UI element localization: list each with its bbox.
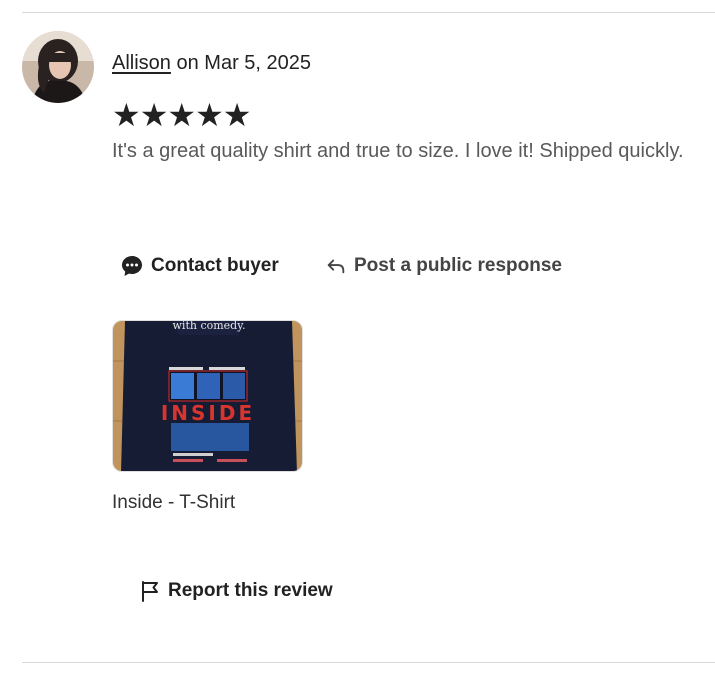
top-divider	[22, 12, 715, 13]
report-review-label: Report this review	[168, 580, 333, 601]
flag-icon	[142, 581, 158, 602]
avatar-photo	[22, 31, 94, 103]
post-public-response-label: Post a public response	[354, 255, 562, 276]
shirt-top-text: with comedy.	[173, 321, 246, 332]
reviewer-name-link[interactable]: Allison	[112, 52, 171, 74]
review-text: It's a great quality shirt and true to s…	[112, 140, 684, 162]
report-review-button[interactable]: Report this review	[138, 577, 333, 605]
post-public-response-button[interactable]: Post a public response	[325, 252, 562, 280]
product-name-link[interactable]: Inside - T-Shirt	[112, 491, 235, 515]
tshirt-photo: with comedy. INSIDE	[113, 321, 302, 471]
contact-buyer-label: Contact buyer	[151, 255, 279, 276]
contact-buyer-button[interactable]: Contact buyer	[120, 252, 279, 280]
bottom-divider	[22, 662, 715, 663]
reply-arrow-icon	[327, 259, 345, 274]
chat-bubble-icon	[122, 256, 142, 276]
product-image-thumbnail[interactable]: with comedy. INSIDE	[112, 320, 303, 472]
avatar[interactable]	[22, 31, 94, 103]
star-rating: ★★★★★	[112, 97, 251, 133]
review-header: Allison on Mar 5, 2025	[112, 50, 311, 76]
review-date: on Mar 5, 2025	[170, 52, 312, 74]
shirt-title-text: INSIDE	[161, 401, 255, 425]
